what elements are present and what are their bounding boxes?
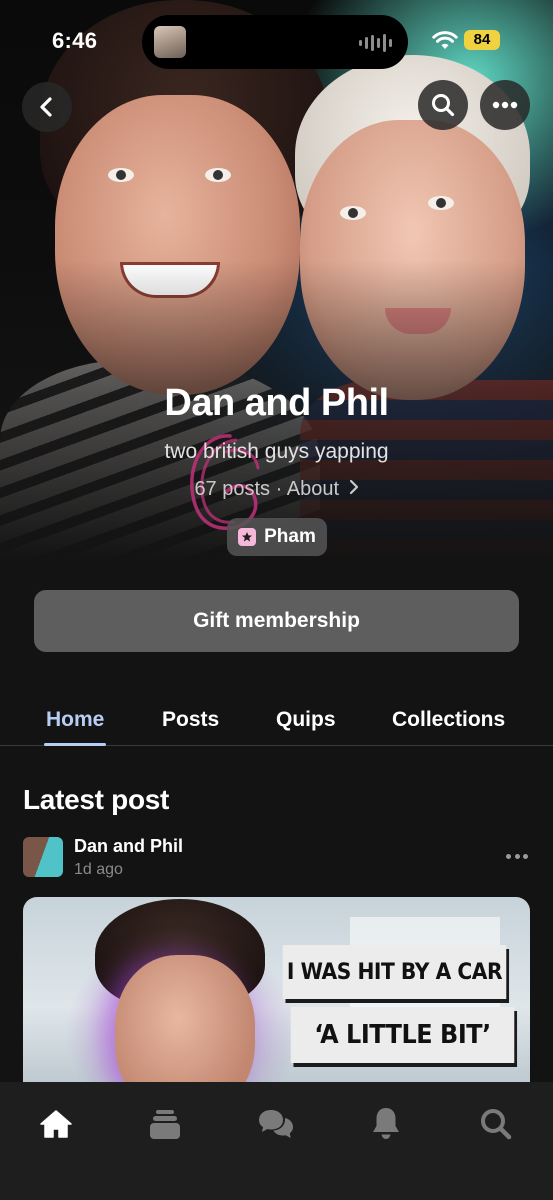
dan-eye-left bbox=[108, 168, 134, 182]
status-time: 6:46 bbox=[52, 28, 98, 53]
nav-search[interactable] bbox=[472, 1102, 520, 1146]
creator-name: Dan and Phil bbox=[164, 382, 389, 424]
thumbnail-person-face bbox=[115, 955, 255, 1097]
more-options-button[interactable] bbox=[480, 80, 530, 130]
post-options-button[interactable] bbox=[502, 846, 532, 866]
phil-tongue bbox=[385, 308, 451, 334]
home-icon bbox=[40, 1110, 72, 1138]
thumbnail-caption-top: I WAS HIT BY A CAR bbox=[282, 945, 507, 999]
nav-home[interactable] bbox=[32, 1102, 80, 1146]
gift-membership-button[interactable]: Gift membership bbox=[34, 590, 519, 652]
tab-quips[interactable]: Quips bbox=[276, 708, 336, 732]
nav-library[interactable] bbox=[141, 1102, 189, 1146]
chevron-right-icon bbox=[349, 479, 358, 495]
post-thumbnail[interactable]: I WAS HIT BY A CAR ‘A LITTLE BIT’ bbox=[23, 897, 530, 1097]
post-count[interactable]: 67 posts bbox=[194, 478, 270, 500]
search-icon bbox=[432, 94, 455, 117]
wifi-icon bbox=[432, 31, 458, 49]
star-badge-icon bbox=[238, 528, 257, 546]
bell-icon bbox=[373, 1108, 399, 1139]
status-bar: 6:46 84 bbox=[0, 0, 553, 80]
dan-face bbox=[55, 95, 300, 395]
chat-bubbles-icon bbox=[259, 1110, 293, 1138]
back-button[interactable] bbox=[22, 82, 72, 132]
tier-name: Pham bbox=[264, 526, 316, 547]
phil-face bbox=[300, 120, 525, 400]
profile-tabs: Home Posts Quips Collections bbox=[0, 696, 553, 746]
battery-indicator: 84 bbox=[464, 30, 500, 50]
thumbnail-caption-bottom: ‘A LITTLE BIT’ bbox=[290, 1007, 515, 1063]
tab-home[interactable]: Home bbox=[43, 708, 107, 746]
latest-post-heading: Latest post bbox=[23, 784, 170, 815]
phil-eye-right bbox=[428, 196, 454, 210]
ellipsis-icon bbox=[492, 101, 518, 109]
search-button[interactable] bbox=[418, 80, 468, 130]
dynamic-island[interactable] bbox=[142, 15, 408, 69]
creator-cover-image bbox=[0, 0, 553, 560]
tab-posts[interactable]: Posts bbox=[162, 708, 219, 732]
bottom-navigation bbox=[0, 1082, 553, 1200]
creator-tagline: two british guys yapping bbox=[164, 440, 389, 463]
chevron-left-icon bbox=[40, 97, 52, 117]
post-author-name[interactable]: Dan and Phil bbox=[74, 836, 183, 857]
dan-smile bbox=[120, 262, 220, 298]
membership-tier-badge[interactable]: Pham bbox=[227, 518, 327, 556]
nav-notifications[interactable] bbox=[362, 1102, 410, 1146]
meta-separator: · bbox=[275, 478, 283, 500]
about-link[interactable]: About bbox=[287, 478, 339, 500]
library-icon bbox=[150, 1110, 180, 1139]
post-timestamp: 1d ago bbox=[74, 861, 123, 878]
post-author-avatar[interactable] bbox=[23, 837, 63, 877]
tab-collections[interactable]: Collections bbox=[392, 708, 505, 732]
nav-chats[interactable] bbox=[252, 1102, 300, 1146]
phil-eye-left bbox=[340, 206, 366, 220]
dan-eye-right bbox=[205, 168, 231, 182]
creator-meta: 67 posts · About bbox=[0, 478, 553, 501]
search-icon bbox=[481, 1109, 512, 1140]
audio-waveform-icon bbox=[359, 34, 392, 52]
now-playing-thumbnail bbox=[154, 26, 186, 58]
